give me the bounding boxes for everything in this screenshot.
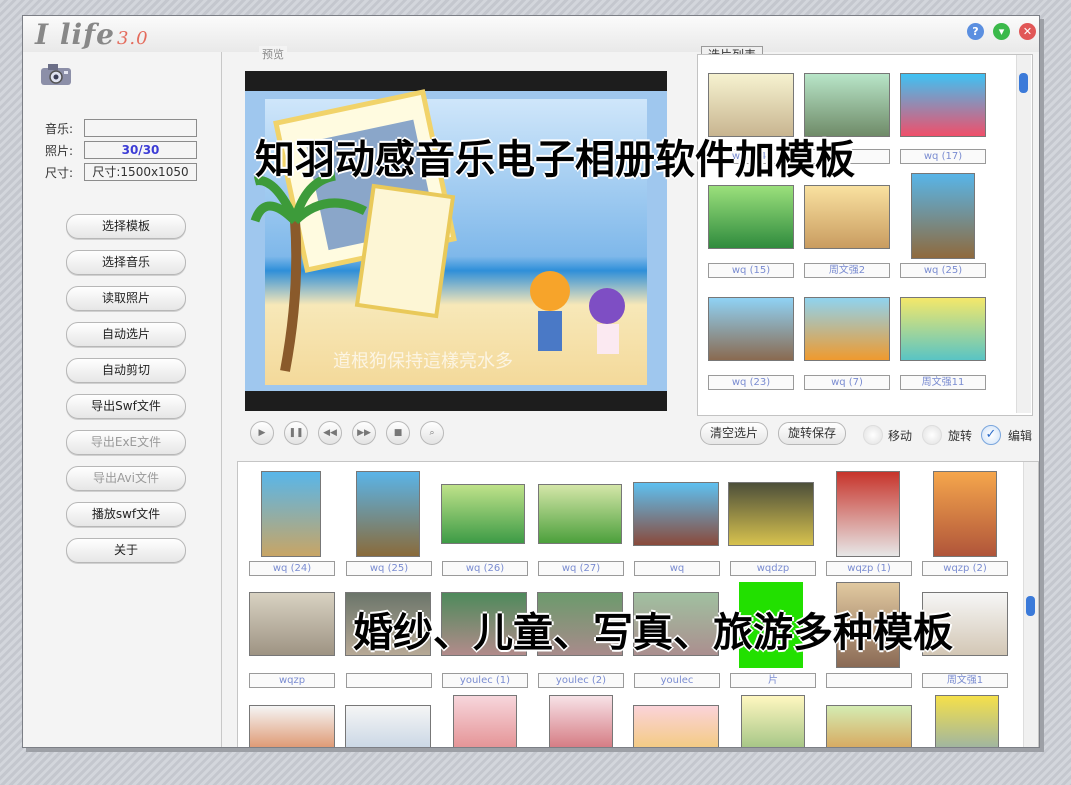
library-photo[interactable] (345, 705, 431, 747)
pause-button[interactable]: ❚❚ (284, 421, 308, 445)
scrollbar-thumb[interactable] (1019, 73, 1028, 93)
preview-caption: 道根狗保持這樣亮水多 (333, 351, 513, 372)
app-logo: I life 3.0 (35, 18, 149, 51)
help-icon[interactable]: ? (967, 23, 984, 40)
rotate-label: 旋转 (948, 429, 973, 443)
edit-label: 编辑 (1008, 429, 1033, 443)
selected-photo[interactable] (708, 185, 794, 249)
size-label: 尺寸: (45, 166, 74, 180)
library-caption: wqzp (2) (922, 561, 1008, 576)
preview-screen: 道根狗保持這樣亮水多 (245, 71, 667, 411)
selected-caption: wq (25) (900, 263, 986, 278)
play-swf-button[interactable]: 播放swf文件 (66, 502, 186, 527)
selected-caption: wq (7) (804, 375, 890, 390)
library-photo[interactable] (538, 484, 622, 544)
promo-overlay-top: 知羽动感音乐电子相册软件加模板 (255, 136, 855, 183)
play-button[interactable]: ▶ (250, 421, 274, 445)
title-bar[interactable]: I life 3.0 ? ▾ ✕ (23, 16, 1039, 52)
library-photo[interactable] (249, 592, 335, 656)
library-caption: wqdzp (730, 561, 816, 576)
library-caption: wqzp (1) (826, 561, 912, 576)
promo-overlay-bottom: 婚纱、儿童、写真、旅游多种模板 (353, 609, 953, 656)
library-photo[interactable] (935, 695, 999, 747)
clear-selection-button[interactable]: 清空选片 (700, 422, 768, 445)
music-label: 音乐: (45, 122, 74, 136)
stop-button[interactable]: ■ (386, 421, 410, 445)
library-scrollbar[interactable] (1023, 462, 1038, 747)
camera-icon (41, 64, 71, 85)
rewind-button[interactable]: ◀◀ (318, 421, 342, 445)
library-photo[interactable] (741, 695, 805, 747)
move-label: 移动 (888, 429, 913, 443)
library-photo[interactable] (826, 705, 912, 747)
library-caption: wq (26) (442, 561, 528, 576)
library-photo[interactable] (836, 471, 900, 557)
library-caption: youlec (634, 673, 720, 688)
library-caption: wq (25) (346, 561, 432, 576)
library-photo[interactable] (549, 695, 613, 747)
app-window: I life 3.0 ? ▾ ✕ 音乐: 照片: 30/30 尺寸: 尺寸:150… (22, 15, 1040, 748)
selected-photo[interactable] (911, 173, 975, 259)
zoom-button[interactable]: ⌕ (420, 421, 444, 445)
selected-photo[interactable] (804, 297, 890, 361)
left-panel: 音乐: 照片: 30/30 尺寸: 尺寸:1500x1050 选择模板 选择音乐… (23, 52, 222, 747)
auto-crop-button[interactable]: 自动剪切 (66, 358, 186, 383)
library-photo[interactable] (441, 484, 525, 544)
load-photos-button[interactable]: 读取照片 (66, 286, 186, 311)
selected-photo[interactable] (708, 297, 794, 361)
library-caption: wq (634, 561, 720, 576)
selected-photo[interactable] (900, 297, 986, 361)
selected-photo[interactable] (804, 185, 890, 249)
library-photo[interactable] (728, 482, 814, 546)
music-field (84, 119, 197, 137)
export-exe-button[interactable]: 导出ExE文件 (66, 430, 186, 455)
size-field: 尺寸:1500x1050 (84, 163, 197, 181)
selected-caption: 周文强11 (900, 375, 986, 390)
about-button[interactable]: 关于 (66, 538, 186, 563)
preview-image: 道根狗保持這樣亮水多 (245, 71, 667, 411)
export-avi-button[interactable]: 导出Avi文件 (66, 466, 186, 491)
select-music-button[interactable]: 选择音乐 (66, 250, 186, 275)
photo-count-field: 30/30 (84, 141, 197, 159)
library-caption (346, 673, 432, 688)
selected-photo[interactable] (900, 73, 986, 137)
selection-list[interactable]: wq (14) wq (17) wq (15) 周文强2 wq (25) wq … (697, 54, 1033, 416)
library-photo[interactable] (249, 705, 335, 747)
selected-caption: 周文强2 (804, 263, 890, 278)
library-photo[interactable] (633, 705, 719, 747)
library-caption (826, 673, 912, 688)
selected-caption: wq (15) (708, 263, 794, 278)
selected-caption: wq (23) (708, 375, 794, 390)
library-photo[interactable] (261, 471, 321, 557)
rotate-radio[interactable] (922, 425, 942, 445)
library-photo[interactable] (633, 482, 719, 546)
library-photo[interactable] (933, 471, 997, 557)
library-caption: 周文强1 (922, 673, 1008, 688)
library-caption: youlec (2) (538, 673, 624, 688)
library-caption: 片 (730, 673, 816, 688)
rotate-save-button[interactable]: 旋转保存 (778, 422, 846, 445)
minimize-icon[interactable]: ▾ (993, 23, 1010, 40)
move-radio[interactable] (863, 425, 883, 445)
library-caption: wqzp (249, 673, 335, 688)
library-photo[interactable] (356, 471, 420, 557)
export-swf-button[interactable]: 导出Swf文件 (66, 394, 186, 419)
library-caption: youlec (1) (442, 673, 528, 688)
library-photo[interactable] (453, 695, 517, 747)
photo-label: 照片: (45, 144, 74, 158)
auto-select-button[interactable]: 自动选片 (66, 322, 186, 347)
forward-button[interactable]: ▶▶ (352, 421, 376, 445)
selected-caption: wq (17) (900, 149, 986, 164)
selection-scrollbar[interactable] (1016, 55, 1031, 413)
preview-label: 预览 (259, 46, 287, 62)
library-caption: wq (24) (249, 561, 335, 576)
close-icon[interactable]: ✕ (1019, 23, 1036, 40)
library-caption: wq (27) (538, 561, 624, 576)
edit-checkbox[interactable]: ✓ (981, 425, 1001, 445)
scrollbar-thumb[interactable] (1026, 596, 1035, 616)
select-template-button[interactable]: 选择模板 (66, 214, 186, 239)
